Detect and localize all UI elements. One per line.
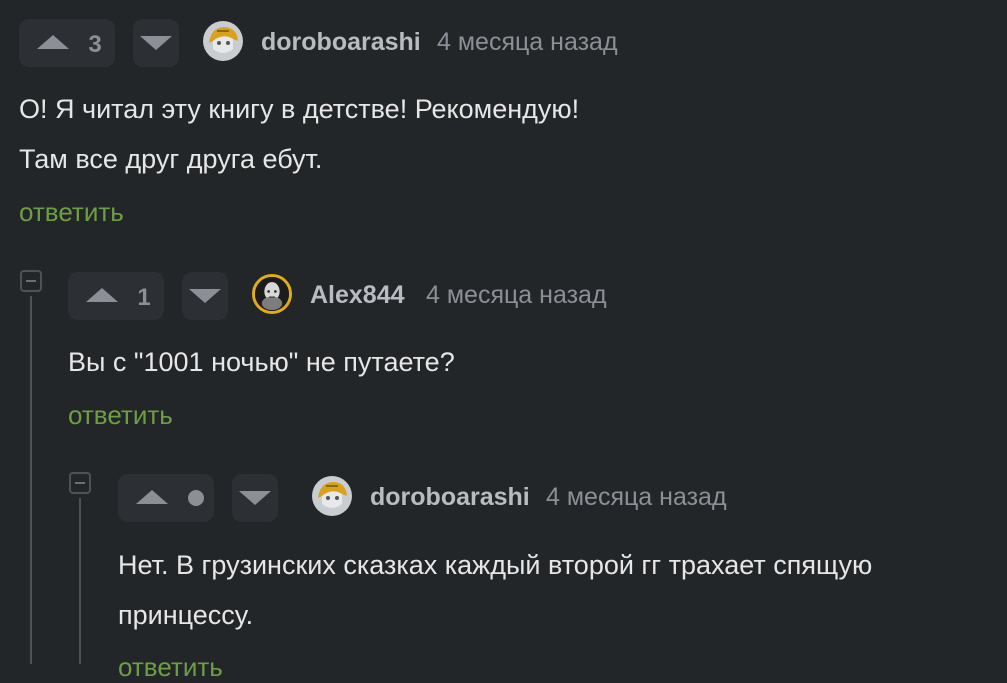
comment: doroboarashi 4 месяца назад Нет. В грузи… bbox=[0, 0, 1007, 682]
reply-link[interactable]: ответить bbox=[118, 652, 223, 683]
arrow-down-icon bbox=[239, 491, 271, 505]
username[interactable]: doroboarashi bbox=[370, 483, 530, 512]
comment-text-line: Нет. В грузинских сказках каждый второй … bbox=[118, 550, 873, 580]
downvote-button[interactable] bbox=[232, 474, 278, 522]
rating-hidden-dot-icon bbox=[188, 490, 204, 506]
comment-header: doroboarashi 4 месяца назад bbox=[118, 474, 818, 524]
arrow-up-icon bbox=[136, 490, 168, 504]
comment-text-line: принцессу. bbox=[118, 600, 254, 630]
avatar[interactable] bbox=[312, 476, 352, 516]
upvote-button[interactable] bbox=[118, 474, 214, 522]
gold-helmet-avatar-icon bbox=[312, 476, 352, 516]
timestamp[interactable]: 4 месяца назад bbox=[546, 483, 727, 512]
